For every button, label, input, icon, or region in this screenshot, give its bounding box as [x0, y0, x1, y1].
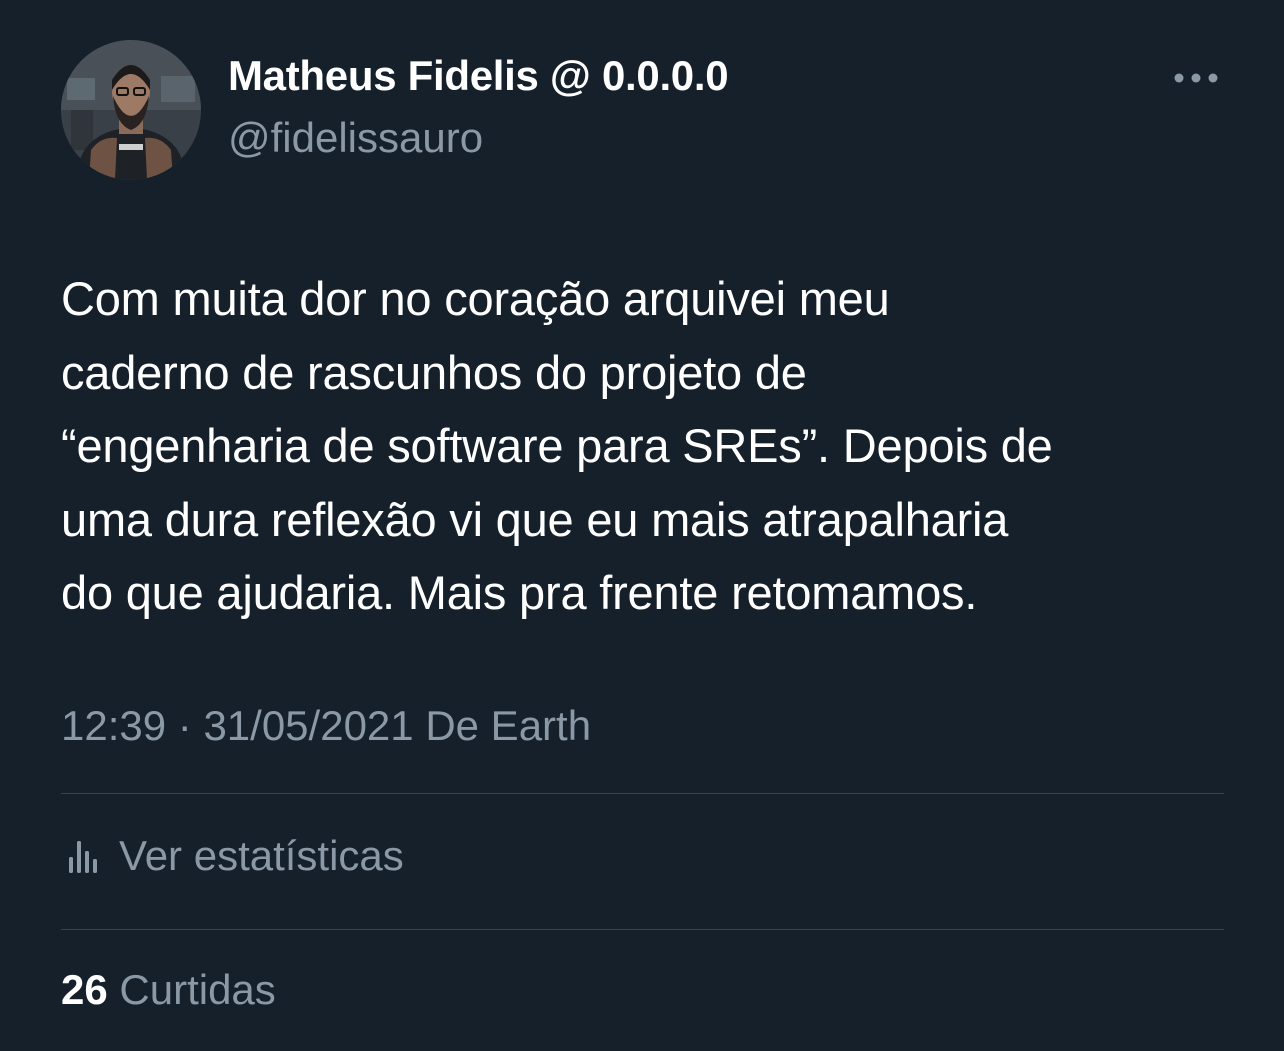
tweet-meta: 12:39 · 31/05/2021 De Earth — [61, 702, 591, 750]
likes-count: 26 — [61, 966, 108, 1013]
divider — [61, 793, 1224, 794]
likes-label: Curtidas — [107, 966, 276, 1013]
author-handle[interactable]: @fidelissauro — [228, 114, 483, 162]
tweet-date[interactable]: 31/05/2021 — [203, 702, 413, 749]
tweet-detail: Matheus Fidelis @ 0.0.0.0 @fidelissauro … — [0, 0, 1284, 1051]
view-stats-button[interactable]: Ver estatísticas — [61, 828, 404, 884]
more-horizontal-icon — [1174, 73, 1218, 83]
more-options-button[interactable] — [1168, 56, 1224, 100]
tweet-text: Com muita dor no coração arquivei meu ca… — [61, 272, 1053, 619]
likes-link[interactable]: 26 Curtidas — [61, 966, 276, 1014]
tweet-source: De Earth — [413, 702, 592, 749]
author-display-name[interactable]: Matheus Fidelis @ 0.0.0.0 — [228, 52, 729, 100]
meta-separator: · — [166, 702, 204, 749]
bar-chart-icon — [61, 834, 105, 878]
view-stats-label: Ver estatísticas — [119, 832, 404, 879]
avatar[interactable] — [61, 40, 201, 180]
tweet-time[interactable]: 12:39 — [61, 702, 166, 749]
divider — [61, 929, 1224, 930]
